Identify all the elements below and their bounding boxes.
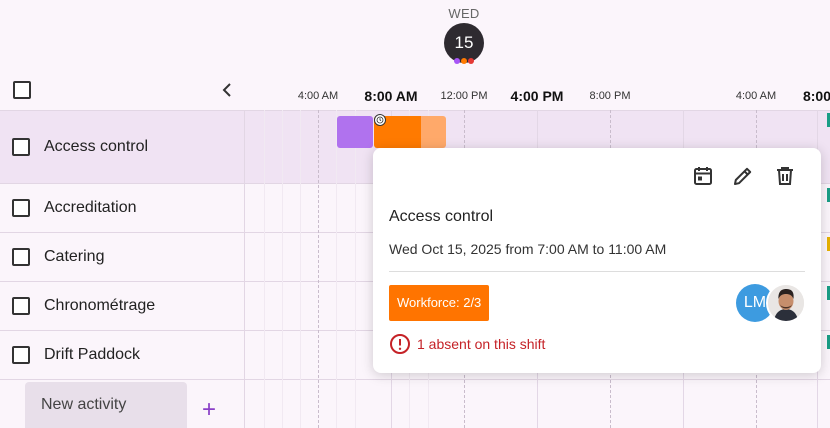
row-checkbox[interactable]	[12, 199, 30, 217]
time-label: 8:00 AM	[364, 88, 418, 104]
activity-label: Chronométrage	[44, 297, 156, 314]
grid-line	[300, 110, 301, 428]
activity-label: Catering	[44, 248, 105, 265]
calendar-icon[interactable]	[691, 164, 715, 188]
popup-date: Wed Oct 15, 2025 from 7:00 AM to 11:00 A…	[389, 241, 667, 257]
grid-line	[264, 110, 265, 428]
avatar-photo[interactable]	[766, 283, 806, 323]
clock-icon	[374, 114, 386, 126]
day-event-dots	[440, 58, 488, 64]
grid-line	[318, 110, 319, 428]
grid-line	[336, 110, 337, 428]
activity-label: Accreditation	[44, 199, 137, 216]
grid-line	[355, 110, 356, 428]
time-label: 4:00 PM	[510, 88, 564, 104]
divider	[389, 271, 805, 272]
select-all-checkbox[interactable]	[13, 81, 31, 99]
event-dot	[461, 58, 467, 64]
shift-block[interactable]	[337, 116, 373, 148]
row-checkbox[interactable]	[12, 346, 30, 364]
grid-line	[282, 110, 283, 428]
time-label: 4:00 AM	[735, 90, 777, 102]
pencil-icon[interactable]	[731, 164, 755, 188]
event-dot	[468, 58, 474, 64]
row-checkbox[interactable]	[12, 248, 30, 266]
time-label: 12:00 PM	[440, 90, 488, 102]
activity-label: Drift Paddock	[44, 346, 141, 363]
workforce-badge[interactable]: Workforce: 2/3	[389, 285, 490, 321]
absent-warning: 1 absent on this shift	[389, 333, 545, 355]
day-number[interactable]: 15	[444, 23, 484, 63]
row-checkbox[interactable]	[12, 138, 30, 156]
new-activity-input[interactable]: New activity	[25, 382, 187, 428]
time-label: 8:00	[802, 88, 830, 104]
weekday-label: WED	[448, 6, 480, 21]
absent-text: 1 absent on this shift	[417, 336, 546, 352]
row-checkbox[interactable]	[12, 297, 30, 315]
event-dot	[454, 58, 460, 64]
trash-icon[interactable]	[773, 164, 797, 188]
add-activity-button[interactable]: +	[198, 398, 220, 422]
time-label: 8:00 PM	[589, 90, 631, 102]
chevron-left-icon[interactable]	[218, 79, 236, 101]
day-header: WED 15	[440, 6, 488, 64]
shift-details-popup: Access control Wed Oct 15, 2025 from 7:0…	[373, 148, 821, 373]
error-icon	[390, 334, 410, 354]
activity-label: Access control	[44, 138, 149, 155]
time-label: 4:00 AM	[297, 90, 339, 102]
popup-title: Access control	[389, 208, 494, 225]
